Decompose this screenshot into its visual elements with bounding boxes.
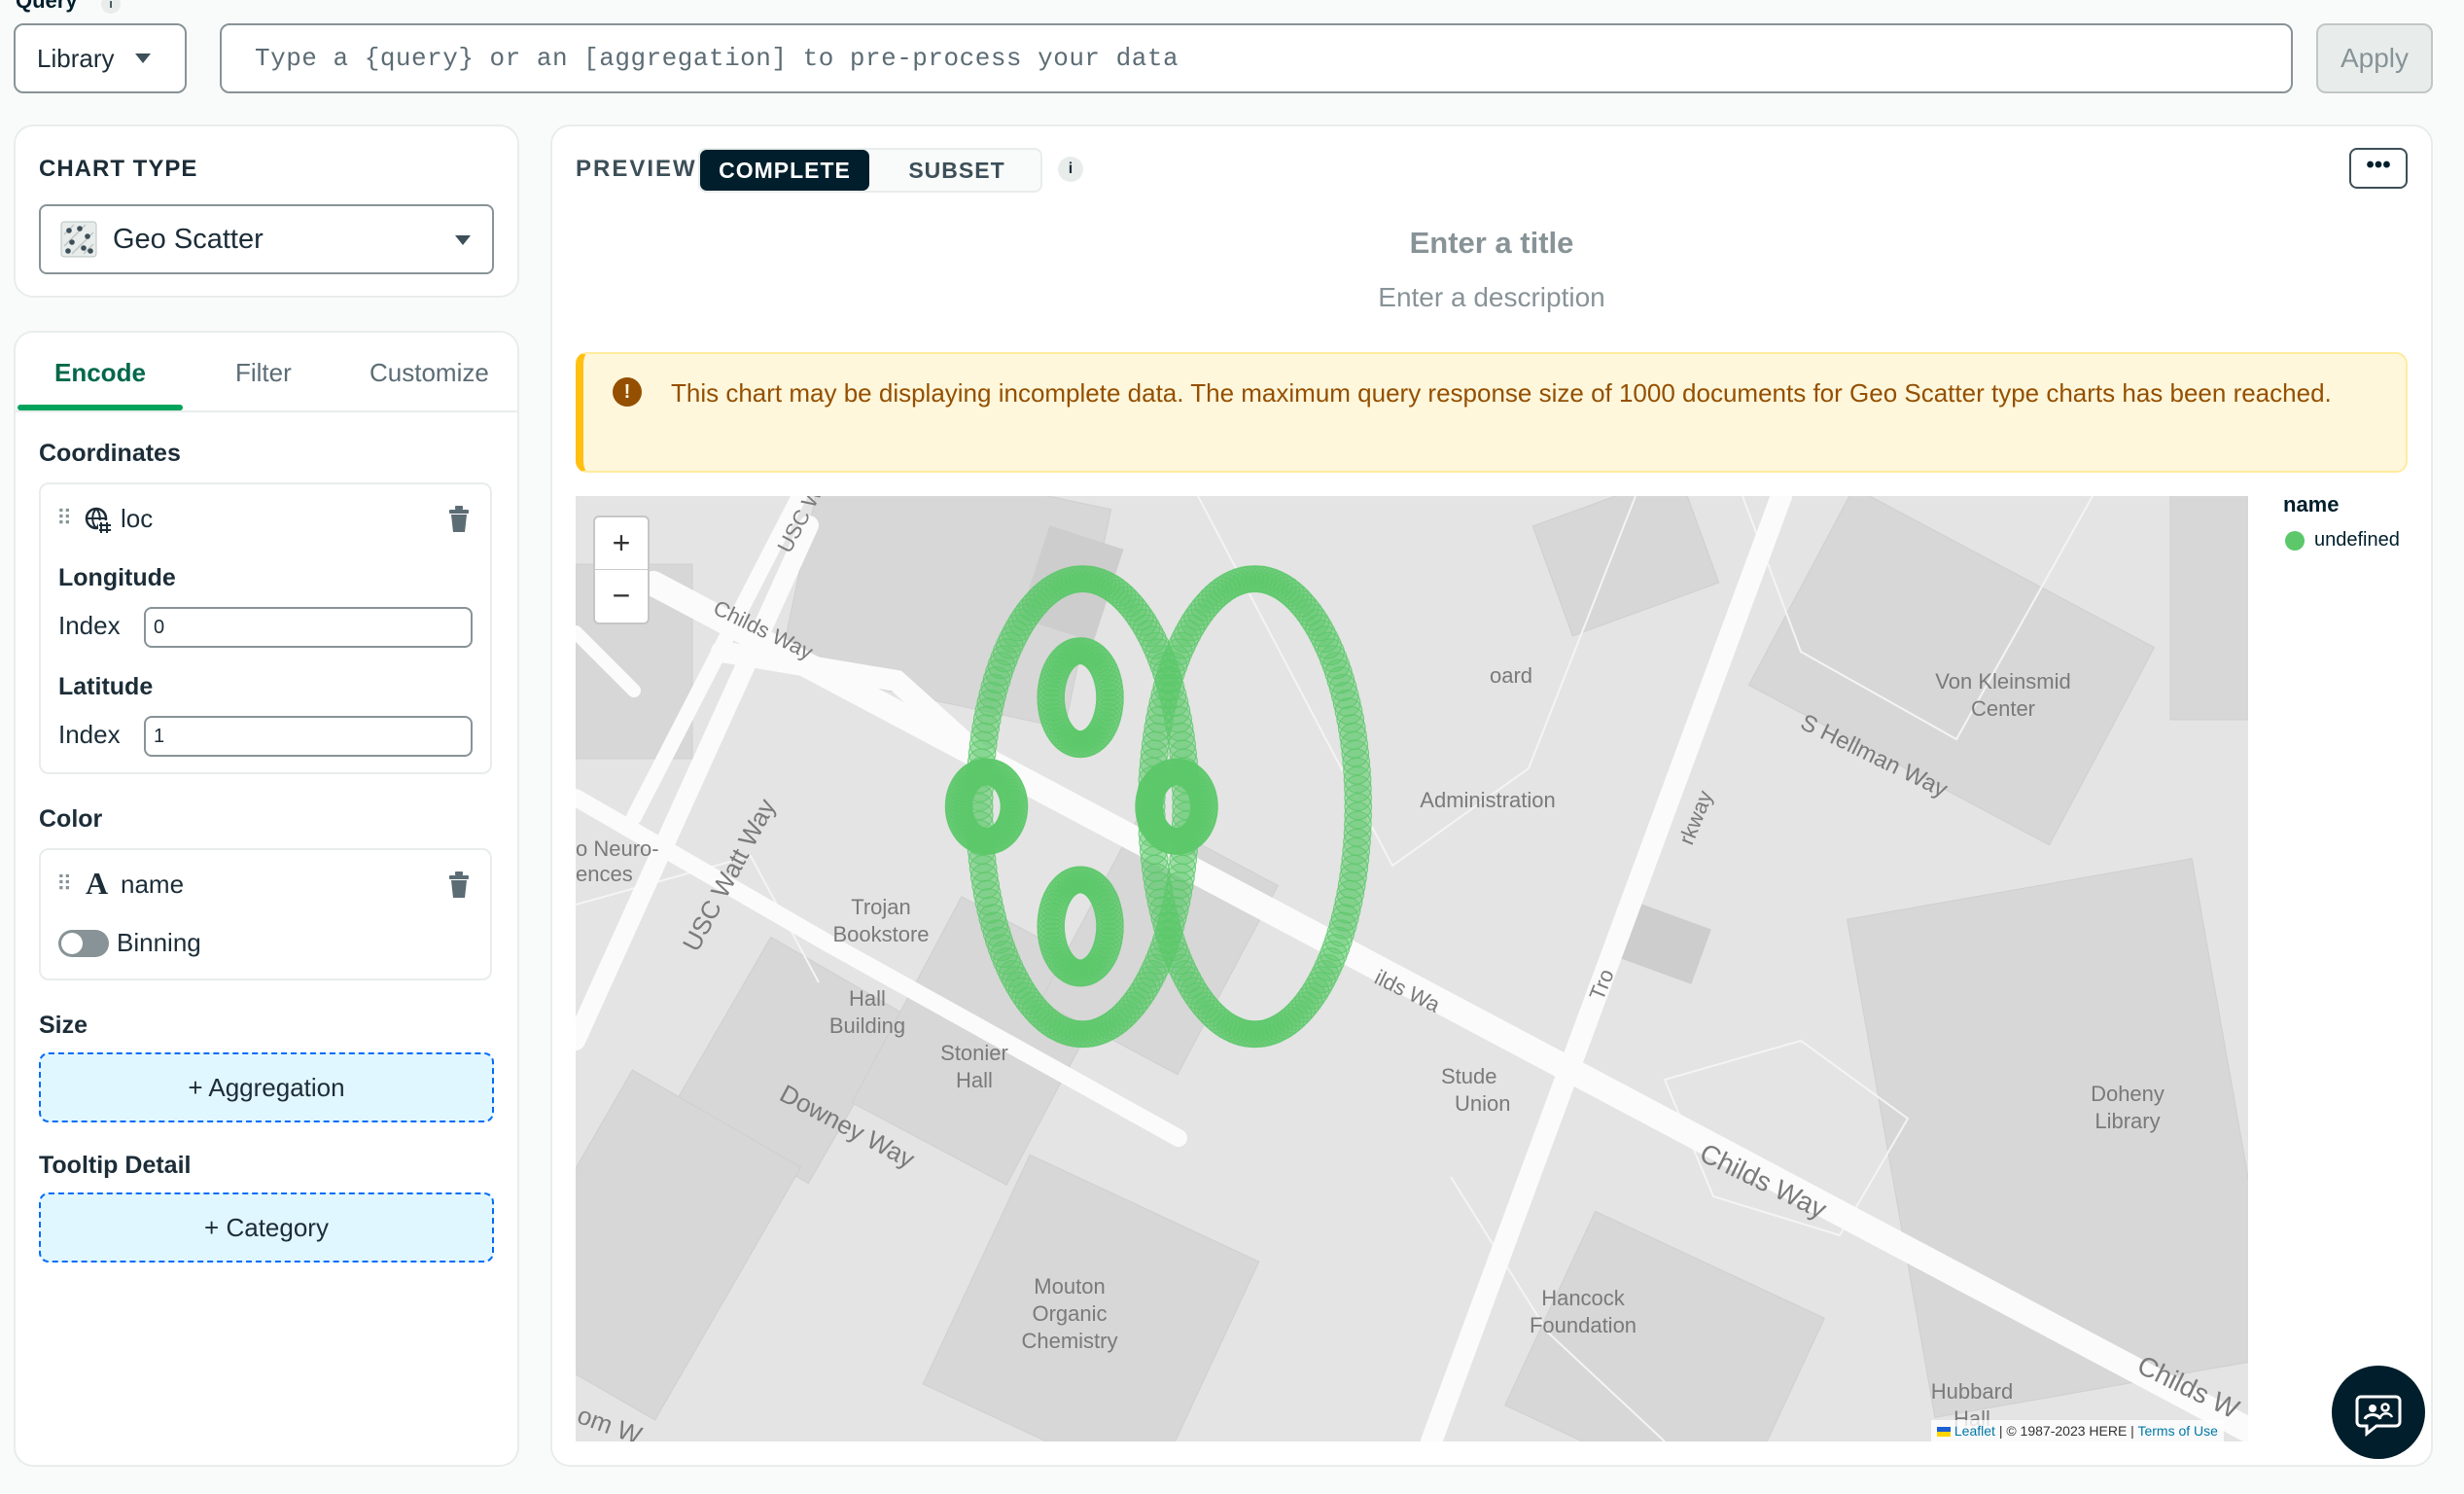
map-label: Hubbard: [1931, 1379, 2013, 1404]
info-icon[interactable]: i: [1058, 157, 1083, 182]
warning-banner: [576, 352, 2408, 473]
latitude-heading: Latitude: [58, 673, 154, 700]
map-label: Trojan: [851, 895, 911, 919]
legend-item[interactable]: undefined: [2314, 529, 2400, 551]
latitude-index-label: Index: [58, 720, 121, 749]
chat-button[interactable]: [2332, 1366, 2425, 1459]
tooltip-drop-zone[interactable]: + Category: [39, 1192, 494, 1263]
size-heading: Size: [39, 1012, 88, 1039]
preview-label: PREVIEW: [576, 156, 697, 182]
toggle-knob: [61, 933, 83, 954]
scatter-point[interactable]: [1095, 907, 1124, 936]
trash-icon[interactable]: [447, 872, 471, 899]
trash-icon[interactable]: [447, 506, 471, 533]
chart-description-input[interactable]: Enter a description: [550, 282, 2433, 313]
zoom-out-button[interactable]: −: [595, 570, 648, 622]
attribution-text: | © 1987-2023 HERE |: [1994, 1423, 2138, 1439]
zoom-control: + −: [593, 516, 650, 624]
map-basemap: USC Wa Childs Way USC Watt Way o Neuro- …: [576, 496, 2248, 1441]
leaflet-link[interactable]: Leaflet: [1954, 1423, 1995, 1439]
map-label: Building: [829, 1014, 905, 1038]
map-label: Doheny: [2091, 1082, 2165, 1106]
map-attribution: Leaflet | © 1987-2023 HERE | Terms of Us…: [1931, 1420, 2224, 1441]
map-label: Center: [1971, 696, 2035, 721]
legend-title: name: [2283, 492, 2340, 516]
coordinates-heading: Coordinates: [39, 440, 181, 467]
more-options-button[interactable]: •••: [2349, 148, 2408, 189]
binning-label: Binning: [117, 928, 201, 957]
complete-button[interactable]: COMPLETE: [700, 150, 869, 191]
map-label: ences: [576, 862, 633, 886]
map-label: o Neuro-: [576, 836, 659, 861]
drag-handle-icon[interactable]: ⠿: [56, 872, 72, 897]
map-label: oard: [1490, 663, 1532, 688]
color-heading: Color: [39, 805, 103, 833]
scatter-point[interactable]: [1000, 789, 1029, 817]
string-field-icon: A: [86, 866, 109, 901]
map-label: Hall: [956, 1068, 993, 1092]
geo-field-icon: [85, 507, 112, 534]
map-label: Bookstore: [832, 922, 929, 946]
chart-type-value: Geo Scatter: [113, 223, 264, 255]
tab-encode[interactable]: Encode: [54, 358, 146, 388]
tooltip-heading: Tooltip Detail: [39, 1152, 192, 1179]
map-label: Stonier: [940, 1041, 1008, 1065]
map-label: Hall: [849, 986, 886, 1011]
legend-swatch: [2285, 531, 2305, 551]
drag-handle-icon[interactable]: ⠿: [56, 506, 72, 531]
tab-filter[interactable]: Filter: [235, 358, 292, 388]
chart-type-heading: CHART TYPE: [39, 156, 198, 182]
map-label: Union: [1455, 1091, 1510, 1116]
longitude-heading: Longitude: [58, 564, 176, 591]
map-label: Library: [2094, 1109, 2160, 1133]
subset-button[interactable]: SUBSET: [875, 150, 1038, 191]
color-field-name: name: [121, 870, 185, 899]
caret-down-icon: [135, 53, 152, 63]
geo-map[interactable]: USC Wa Childs Way USC Watt Way o Neuro- …: [576, 496, 2248, 1441]
caret-down-icon: [455, 235, 471, 245]
scatter-point[interactable]: [1189, 789, 1218, 817]
encode-tabs: Encode Filter Customize: [16, 333, 517, 412]
coordinates-field-name: loc: [121, 504, 154, 533]
longitude-index-input[interactable]: 0: [144, 607, 473, 648]
map-label: Hancock: [1541, 1286, 1626, 1310]
active-tab-indicator: [18, 405, 183, 410]
query-info-icon[interactable]: i: [101, 0, 121, 14]
chart-type-select[interactable]: Geo Scatter: [39, 204, 494, 274]
longitude-index-label: Index: [58, 611, 121, 640]
chat-icon: [2355, 1395, 2402, 1438]
library-dropdown-label: Library: [37, 43, 115, 73]
map-label: Von Kleinsmid: [1935, 669, 2070, 694]
query-input[interactable]: Type a {query} or an [aggregation] to pr…: [220, 23, 2293, 93]
map-label: Foundation: [1530, 1313, 1637, 1337]
geo-scatter-icon: [60, 221, 97, 258]
scatter-point[interactable]: [1095, 679, 1124, 707]
scatter-points[interactable]: [944, 565, 1373, 1049]
map-label: Stude: [1441, 1064, 1497, 1088]
flag-icon: [1937, 1427, 1951, 1438]
scatter-point[interactable]: [1344, 784, 1373, 812]
size-drop-zone[interactable]: + Aggregation: [39, 1052, 494, 1122]
tab-customize[interactable]: Customize: [370, 358, 489, 388]
latitude-index-input[interactable]: 1: [144, 716, 473, 757]
query-label: Query: [16, 0, 78, 13]
map-label: Chemistry: [1021, 1329, 1117, 1353]
chart-title-input[interactable]: Enter a title: [550, 226, 2433, 261]
map-label: Administration: [1420, 788, 1555, 812]
terms-link[interactable]: Terms of Use: [2137, 1423, 2217, 1439]
warning-text: This chart may be displaying incomplete …: [671, 378, 2332, 408]
binning-toggle[interactable]: [58, 930, 109, 957]
library-dropdown[interactable]: Library: [14, 23, 187, 93]
apply-button[interactable]: Apply: [2316, 23, 2433, 93]
map-label: Mouton: [1034, 1274, 1105, 1298]
zoom-in-button[interactable]: +: [595, 517, 648, 570]
map-label: Organic: [1032, 1301, 1107, 1326]
warning-icon: !: [613, 377, 642, 407]
